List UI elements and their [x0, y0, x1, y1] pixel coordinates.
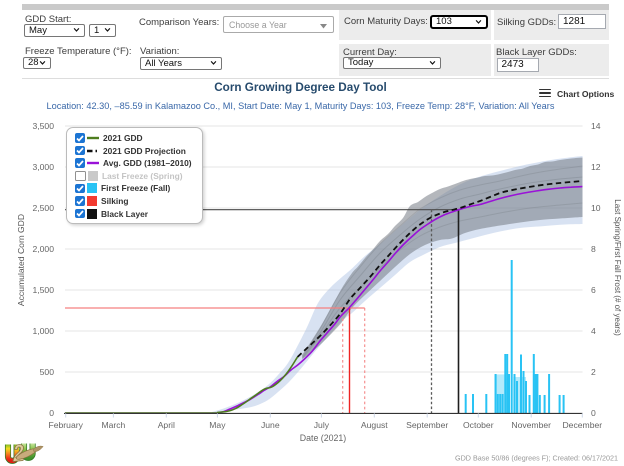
- svg-text:2: 2: [591, 367, 596, 377]
- svg-text:2,000: 2,000: [32, 244, 54, 254]
- svg-text:November: November: [511, 420, 551, 430]
- svg-text:2,500: 2,500: [32, 203, 54, 213]
- svg-text:GDD Base 50/86 (degrees F); Cr: GDD Base 50/86 (degrees F); Created: 06/…: [455, 454, 618, 463]
- svg-text:4: 4: [591, 326, 596, 336]
- svg-text:10: 10: [591, 203, 601, 213]
- svg-text:March: March: [101, 420, 125, 430]
- svg-text:Last Spring/First Fall Frost (: Last Spring/First Fall Frost (# of years…: [613, 199, 622, 336]
- svg-text:September: September: [406, 420, 448, 430]
- svg-text:February: February: [49, 420, 84, 430]
- svg-text:Date (2021): Date (2021): [300, 433, 347, 443]
- svg-text:December: December: [562, 420, 602, 430]
- svg-text:August: August: [361, 420, 388, 430]
- svg-text:April: April: [158, 420, 175, 430]
- svg-text:12: 12: [591, 162, 601, 172]
- svg-text:1,500: 1,500: [32, 285, 54, 295]
- svg-text:June: June: [261, 420, 280, 430]
- svg-text:6: 6: [591, 285, 596, 295]
- svg-text:May: May: [209, 420, 226, 430]
- svg-text:8: 8: [591, 244, 596, 254]
- svg-text:3,500: 3,500: [32, 121, 54, 131]
- svg-text:July: July: [314, 420, 330, 430]
- svg-text:500: 500: [40, 367, 55, 377]
- svg-text:3,000: 3,000: [32, 162, 54, 172]
- svg-text:14: 14: [591, 121, 601, 131]
- svg-text:Accumulated Corn GDD: Accumulated Corn GDD: [16, 214, 26, 306]
- svg-text:October: October: [463, 420, 494, 430]
- svg-text:1,000: 1,000: [32, 326, 54, 336]
- svg-text:0: 0: [49, 408, 54, 418]
- svg-text:0: 0: [591, 408, 596, 418]
